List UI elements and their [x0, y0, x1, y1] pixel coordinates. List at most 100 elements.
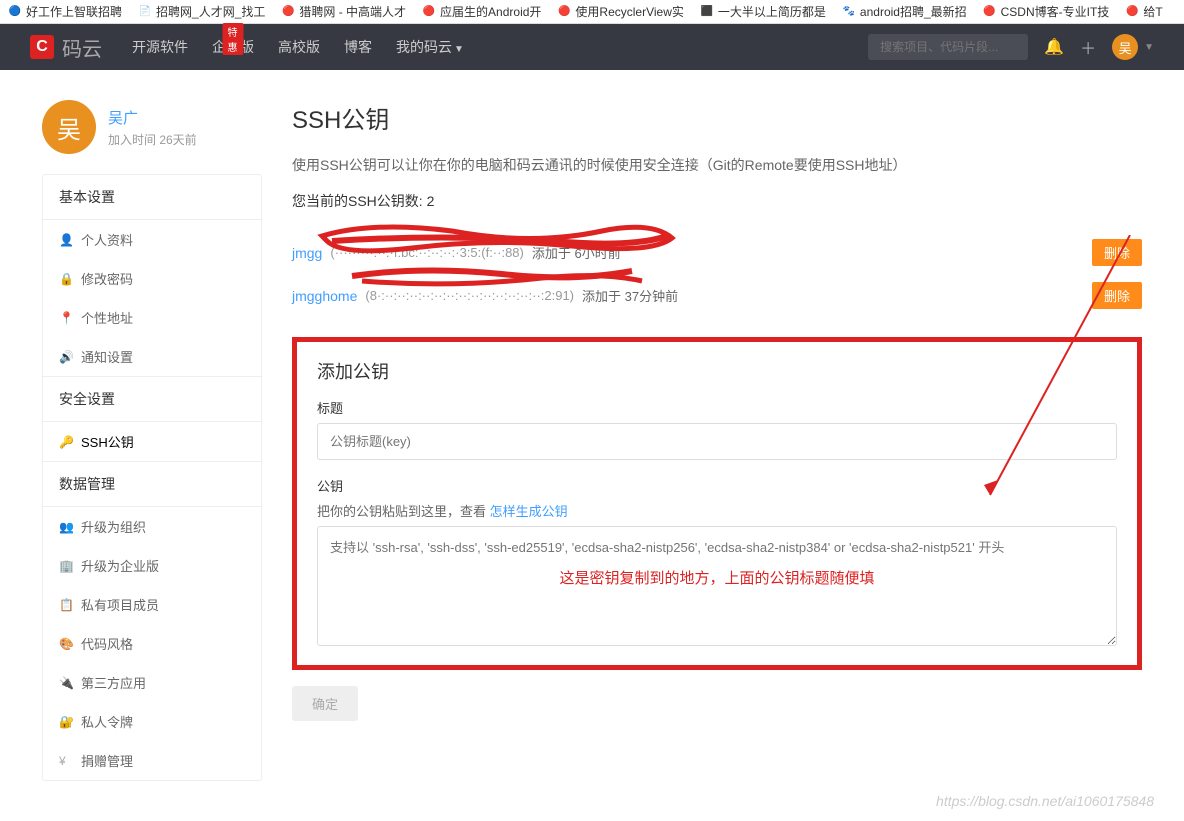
- nav-link-my[interactable]: 我的码云▼: [396, 37, 464, 57]
- sidebar-item-upgrade-ent[interactable]: 🏢 升级为企业版: [43, 546, 261, 585]
- tab-title: 应届生的Android开: [440, 3, 541, 20]
- sidebar: 吴 吴广 加入时间 26天前 基本设置 👤个人资料 🔒修改密码 📍 个性地址 🔊通…: [42, 100, 262, 781]
- lock-icon: 🔐: [59, 715, 73, 729]
- logo-icon: C: [30, 35, 54, 59]
- sidebar-item-label: 升级为企业版: [81, 556, 159, 575]
- sidebar-item-code-style[interactable]: 🎨 代码风格: [43, 624, 261, 663]
- browser-tab[interactable]: 🔴 CSDN博客-专业IT技: [975, 1, 1118, 22]
- tab-favicon: 🔴: [281, 5, 295, 19]
- sidebar-item-label: 代码风格: [81, 634, 133, 653]
- form-section-title: 添加公钥: [317, 358, 1117, 384]
- tab-title: android招聘_最新招: [860, 3, 967, 20]
- delete-button[interactable]: 删除: [1092, 239, 1142, 266]
- tab-title: 好工作上智联招聘: [26, 3, 122, 20]
- browser-tab[interactable]: 🔵 好工作上智联招聘: [0, 1, 130, 22]
- watermark: https://blog.csdn.net/ai1060175848: [936, 793, 1154, 809]
- delete-button[interactable]: 删除: [1092, 282, 1142, 309]
- key-fingerprint: (8·:··:··:··:··:··:··:··:··:··:··:··:··:…: [365, 288, 574, 303]
- profile-block: 吴 吴广 加入时间 26天前: [42, 100, 262, 154]
- tab-favicon: ⬛: [700, 5, 714, 19]
- tab-title: 一大半以上简历都是: [718, 3, 826, 20]
- browser-tab[interactable]: 🔴应届生的Android开: [414, 1, 549, 22]
- sidebar-item-label: 私人令牌: [81, 712, 133, 731]
- sidebar-item-label: 私有项目成员: [81, 595, 159, 614]
- bell-icon[interactable]: 🔔: [1044, 37, 1064, 57]
- key-label: 公钥: [317, 476, 1117, 495]
- tab-favicon: 🔴: [983, 5, 997, 19]
- sidebar-item-label: 第三方应用: [81, 673, 146, 692]
- sidebar-section-security: 安全设置: [43, 377, 261, 422]
- page-description: 使用SSH公钥可以让你在你的电脑和码云通讯的时候使用安全连接（Git的Remot…: [292, 155, 1142, 175]
- logo[interactable]: C 码云: [30, 33, 102, 62]
- plug-icon: 🔌: [59, 676, 73, 690]
- nav-right: 🔔 ＋ 吴 ▼: [868, 34, 1154, 60]
- main-content: SSH公钥 使用SSH公钥可以让你在你的电脑和码云通讯的时候使用安全连接（Git…: [292, 100, 1142, 781]
- generate-key-link[interactable]: 怎样生成公钥: [490, 504, 568, 519]
- sidebar-item-sshkeys[interactable]: 🔑SSH公钥: [43, 422, 261, 461]
- ssh-key-row: jmgghome (8·:··:··:··:··:··:··:··:··:··:…: [292, 274, 1142, 317]
- tab-title: 猎聘网 - 中高端人才: [299, 3, 406, 20]
- sidebar-item-notifications[interactable]: 🔊通知设置: [43, 337, 261, 376]
- palette-icon: 🎨: [59, 637, 73, 651]
- ssh-key-list: jmgg (·········:··:·f:bc:··:··:··:·3:5:(…: [292, 231, 1142, 317]
- ssh-key-row: jmgg (·········:··:·f:bc:··:··:··:·3:5:(…: [292, 231, 1142, 274]
- search-input[interactable]: [868, 34, 1028, 60]
- browser-tab[interactable]: ⬛ 一大半以上简历都是: [692, 1, 834, 22]
- sidebar-section-data: 数据管理: [43, 462, 261, 507]
- clipboard-icon: 📋: [59, 598, 73, 612]
- sidebar-item-upgrade-org[interactable]: 👥 升级为组织: [43, 507, 261, 546]
- sidebar-item-tokens[interactable]: 🔐 私人令牌: [43, 702, 261, 741]
- tab-favicon: 📄: [138, 5, 152, 19]
- group-icon: 👥: [59, 520, 73, 534]
- sidebar-item-address[interactable]: 📍 个性地址: [43, 298, 261, 337]
- submit-button[interactable]: 确定: [292, 686, 358, 721]
- nav-link-blog[interactable]: 博客: [344, 37, 372, 57]
- public-key-textarea[interactable]: [317, 526, 1117, 646]
- nav-link-education[interactable]: 高校版: [278, 37, 320, 57]
- logo-text: 码云: [62, 33, 102, 62]
- tab-title: 给T: [1143, 3, 1162, 20]
- key-name[interactable]: jmgghome: [292, 288, 357, 304]
- sidebar-item-private-members[interactable]: 📋 私有项目成员: [43, 585, 261, 624]
- tab-favicon: 🔵: [8, 5, 22, 19]
- side-panel: 基本设置 👤个人资料 🔒修改密码 📍 个性地址 🔊通知设置 安全设置 🔑SSH公钥…: [42, 174, 262, 781]
- browser-tab[interactable]: 📄招聘网_人才网_找工: [130, 1, 273, 22]
- tab-favicon: 🔴: [1125, 5, 1139, 19]
- profile-joined: 加入时间 26天前: [108, 131, 197, 148]
- sidebar-item-third-party[interactable]: 🔌 第三方应用: [43, 663, 261, 702]
- browser-tab[interactable]: 🐾android招聘_最新招: [834, 1, 975, 22]
- key-fingerprint: (·········:··:·f:bc:··:··:··:·3:5:(f:··:…: [330, 245, 524, 260]
- chevron-down-icon[interactable]: ▼: [1144, 42, 1154, 53]
- page-title: SSH公钥: [292, 100, 1142, 135]
- user-icon: 👤: [59, 233, 73, 247]
- tab-title: 使用RecyclerView实: [575, 3, 683, 20]
- speaker-icon: 🔊: [59, 350, 73, 364]
- browser-tab[interactable]: 🔴 猎聘网 - 中高端人才: [273, 1, 414, 22]
- building-icon: 🏢: [59, 559, 73, 573]
- sidebar-item-label: SSH公钥: [81, 432, 134, 451]
- profile-avatar[interactable]: 吴: [42, 100, 96, 154]
- sidebar-item-label: 修改密码: [81, 269, 133, 288]
- sidebar-item-label: 升级为组织: [81, 517, 146, 536]
- key-help-text: 把你的公钥粘贴到这里，查看 怎样生成公钥: [317, 501, 1117, 520]
- nav-links: 开源软件 企业版 高校版 博客 我的码云▼: [132, 37, 464, 57]
- browser-tab[interactable]: 🔴使用RecyclerView实: [549, 1, 691, 22]
- key-name[interactable]: jmgg: [292, 245, 322, 261]
- browser-tab[interactable]: 🔴 给T: [1117, 1, 1170, 22]
- nav-header: C 码云 开源软件 企业版 高校版 博客 我的码云▼ 🔔 ＋ 吴 ▼: [0, 24, 1184, 70]
- nav-link-enterprise[interactable]: 企业版: [212, 37, 254, 57]
- user-avatar[interactable]: 吴: [1112, 34, 1138, 60]
- sidebar-item-label: 捐赠管理: [81, 751, 133, 770]
- profile-name[interactable]: 吴广: [108, 107, 197, 128]
- plus-icon[interactable]: ＋: [1080, 35, 1096, 59]
- sidebar-item-donations[interactable]: ¥捐赠管理: [43, 741, 261, 780]
- sidebar-item-profile[interactable]: 👤个人资料: [43, 220, 261, 259]
- key-title-input[interactable]: [317, 423, 1117, 460]
- pin-icon: 📍: [59, 311, 73, 325]
- tab-title: CSDN博客-专业IT技: [1001, 3, 1110, 20]
- nav-link-opensource[interactable]: 开源软件: [132, 37, 188, 57]
- sidebar-item-label: 个性地址: [81, 308, 133, 327]
- sidebar-item-password[interactable]: 🔒修改密码: [43, 259, 261, 298]
- sidebar-section-basic: 基本设置: [43, 175, 261, 220]
- key-added: 添加于 6小时前: [532, 243, 621, 262]
